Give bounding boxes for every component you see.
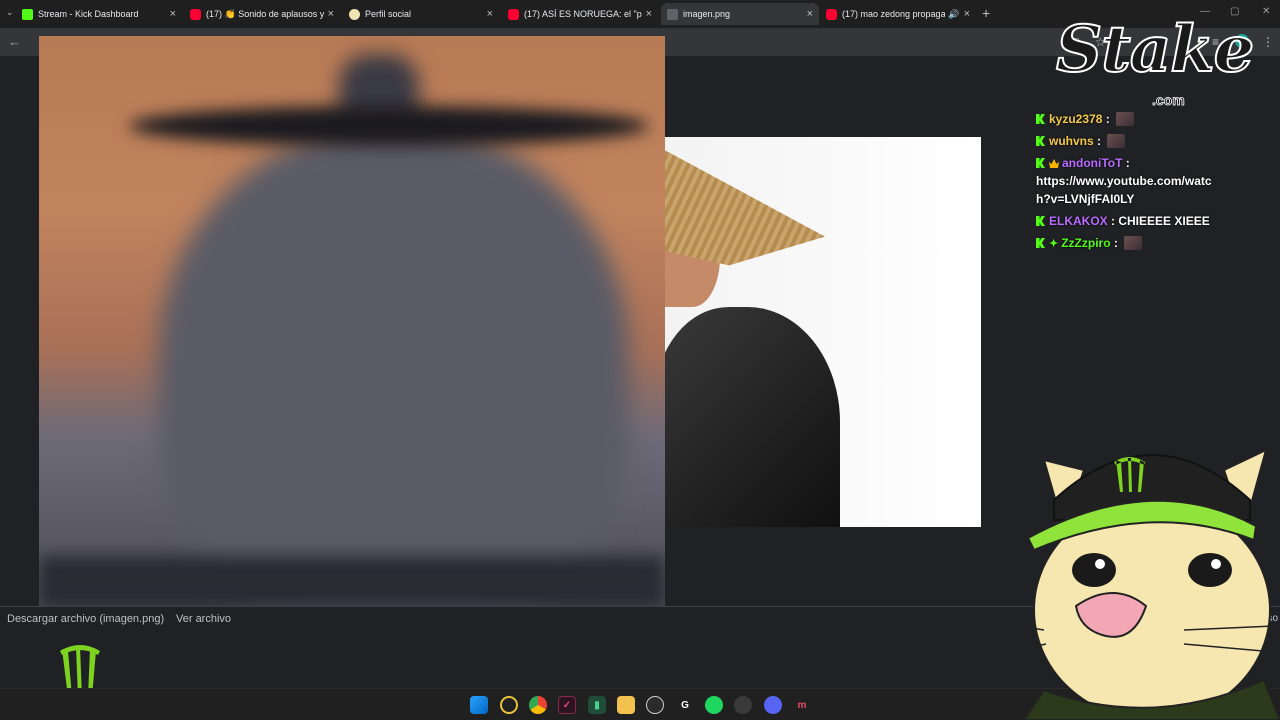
tab-perfil-social[interactable]: Perfil social × xyxy=(343,3,499,25)
tab-search-chevron-icon[interactable]: ⌄ xyxy=(6,7,14,18)
crown-badge-icon xyxy=(1049,159,1059,168)
chat-message: ✦ ZzZzpiro : xyxy=(1036,234,1276,253)
editor-icon[interactable]: ✓ xyxy=(558,696,576,714)
tab-close-icon[interactable]: × xyxy=(170,8,176,20)
youtube-icon xyxy=(826,8,837,20)
screen: ⌄ Stream - Kick Dashboard × (17) 👏 Sonid… xyxy=(0,0,1280,720)
displayed-image xyxy=(665,137,981,527)
tab-close-icon[interactable]: × xyxy=(646,8,652,20)
chat-message: kyzu2378 : xyxy=(1036,110,1276,128)
chrome-icon[interactable] xyxy=(529,696,547,714)
emote-icon xyxy=(1107,134,1126,148)
cam-floor xyxy=(39,556,665,608)
stake-domain: .com xyxy=(1152,92,1185,109)
stake-wordmark: Stake xyxy=(1055,11,1255,88)
o-app-icon[interactable] xyxy=(500,696,518,714)
chat-colon: : xyxy=(1107,214,1119,228)
view-file-link[interactable]: Ver archivo xyxy=(176,613,231,625)
webcam-feed xyxy=(39,36,665,608)
chat-username: ZzZzpiro xyxy=(1061,236,1111,250)
tab-noruega[interactable]: (17) ASÍ ES NORUEGA: el "país × xyxy=(502,3,658,25)
back-arrow-icon[interactable]: ← xyxy=(8,34,21,49)
chat-username: ELKAKOX xyxy=(1049,214,1108,228)
close-window-icon[interactable]: ✕ xyxy=(1262,6,1270,17)
folder-icon[interactable] xyxy=(617,696,635,714)
tab-close-icon[interactable]: × xyxy=(328,8,334,20)
kick-icon xyxy=(22,8,33,20)
tab-imagen-png[interactable]: imagen.png × xyxy=(661,3,819,25)
chat-text: CHIEEEE XIEEE xyxy=(1118,214,1210,228)
perfil-icon xyxy=(349,8,360,20)
download-file-link[interactable]: Descargar archivo (imagen.png) xyxy=(7,613,164,625)
emote-icon xyxy=(1124,236,1143,250)
kick-badge-icon xyxy=(1036,158,1045,168)
tab-title: Perfil social xyxy=(365,9,412,19)
tab-title: imagen.png xyxy=(683,9,731,19)
tab-close-icon[interactable]: × xyxy=(964,8,970,20)
red-app-icon[interactable]: m xyxy=(793,696,811,714)
chat-colon: : xyxy=(1122,156,1130,170)
image-icon xyxy=(667,8,678,20)
chat-username: kyzu2378 xyxy=(1049,112,1103,126)
tab-title: (17) 👏 Sonido de aplausos y g xyxy=(206,8,324,19)
emote-icon xyxy=(1116,112,1135,126)
kick-badge-icon xyxy=(1036,216,1045,226)
cat-mascot xyxy=(1024,448,1280,720)
youtube-icon xyxy=(190,8,201,20)
tab-title: (17) mao zedong propagan xyxy=(842,9,946,19)
photo-jacket xyxy=(665,307,840,527)
chat-message: ELKAKOX : CHIEEEE XIEEE xyxy=(1036,212,1276,230)
tab-title: Stream - Kick Dashboard xyxy=(38,9,139,19)
youtube-icon xyxy=(508,8,519,20)
cam-body xyxy=(159,131,629,608)
more-vert-icon[interactable]: ⋮ xyxy=(1262,35,1274,49)
kick-badge-icon xyxy=(1036,136,1045,146)
cam-hat-brim xyxy=(129,106,649,146)
discord-icon[interactable] xyxy=(764,696,782,714)
spotify-icon[interactable] xyxy=(705,696,723,714)
chat-username: wuhvns xyxy=(1049,134,1094,148)
chat-colon: : xyxy=(1102,112,1114,126)
tab-kick-dashboard[interactable]: Stream - Kick Dashboard × xyxy=(16,3,182,25)
chat-overlay: kyzu2378 : wuhvns : andoniToT : https://… xyxy=(1036,110,1276,257)
stake-logo: Stake .com xyxy=(1055,11,1256,112)
tab-aplausos[interactable]: (17) 👏 Sonido de aplausos y g × xyxy=(184,3,340,25)
chat-message: wuhvns : xyxy=(1036,132,1276,150)
star-badge-icon: ✦ xyxy=(1049,238,1059,250)
g-app-icon[interactable]: G xyxy=(676,696,694,714)
dark-app-icon[interactable] xyxy=(734,696,752,714)
tab-title: (17) ASÍ ES NORUEGA: el "país xyxy=(524,9,642,19)
chat-username: andoniToT xyxy=(1062,156,1123,170)
tab-close-icon[interactable]: × xyxy=(807,8,813,20)
speaker-icon[interactable]: 🔊 xyxy=(948,9,959,20)
kick-badge-icon xyxy=(1036,238,1045,248)
chat-colon: : xyxy=(1110,236,1122,250)
windows-start-icon[interactable] xyxy=(470,696,488,714)
chat-colon: : xyxy=(1093,134,1105,148)
new-tab-icon[interactable]: + xyxy=(982,5,990,21)
tab-close-icon[interactable]: × xyxy=(487,8,493,20)
file-green-icon[interactable]: ▮ xyxy=(588,696,606,714)
chat-message: andoniToT : https://www.youtube.com/watc… xyxy=(1036,154,1276,208)
obs-icon[interactable] xyxy=(646,696,664,714)
chat-text: https://www.youtube.com/watch?v=LVNjfFAI… xyxy=(1036,174,1212,206)
kick-badge-icon xyxy=(1036,114,1045,124)
tab-mao-zedong[interactable]: (17) mao zedong propagan 🔊 × xyxy=(820,3,976,25)
